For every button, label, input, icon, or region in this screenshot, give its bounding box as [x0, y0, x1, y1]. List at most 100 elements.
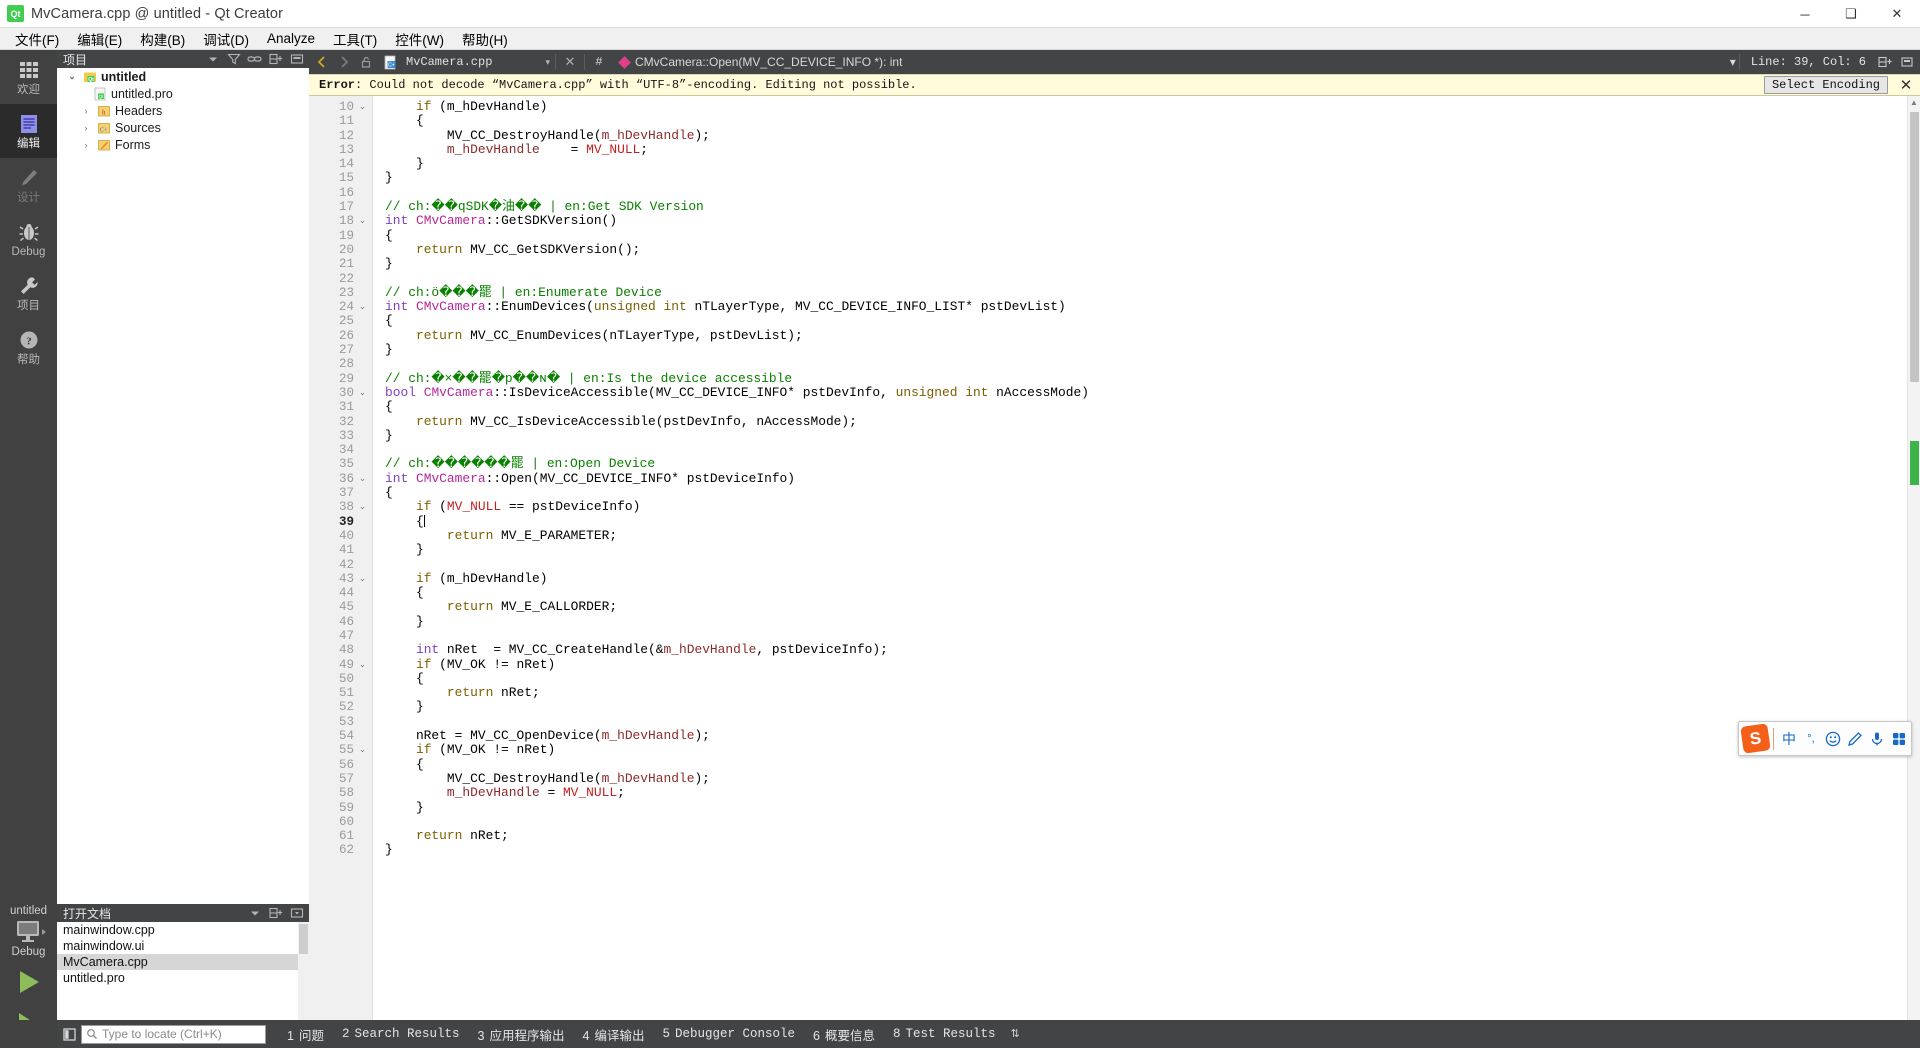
maximize-button[interactable]: ❑	[1828, 0, 1874, 28]
menu-debug[interactable]: 调试(D)	[194, 27, 258, 51]
output-pane-debugger[interactable]: 5 Debugger Console	[653, 1025, 804, 1043]
line-number-value: 60	[338, 814, 354, 829]
locator-input[interactable]: Type to locate (Ctrl+K)	[81, 1024, 266, 1044]
close-file-button[interactable]: ✕	[559, 50, 581, 74]
menu-analyze[interactable]: Analyze	[258, 29, 324, 48]
output-pane-overview[interactable]: 6 概要信息	[804, 1023, 884, 1046]
chevron-right-icon[interactable]: ›	[79, 140, 93, 150]
line-number-value: 53	[338, 714, 354, 729]
filter-icon[interactable]	[225, 51, 242, 67]
close-dock-icon[interactable]	[288, 51, 305, 67]
menu-help[interactable]: 帮助(H)	[453, 27, 517, 51]
chinese-mode-icon[interactable]: 中	[1778, 726, 1800, 752]
forward-icon[interactable]	[333, 50, 355, 74]
open-doc-item-selected[interactable]: MvCamera.cpp	[57, 954, 309, 970]
split-add-icon[interactable]	[1874, 50, 1896, 74]
open-doc-item[interactable]: mainwindow.cpp	[57, 922, 309, 938]
minimize-button[interactable]: ─	[1782, 0, 1828, 28]
punctuation-icon[interactable]: °,	[1800, 726, 1822, 752]
mode-projects[interactable]: 项目	[0, 266, 57, 320]
chevron-down-icon[interactable]: ▾	[545, 57, 550, 68]
code-line: // ch:��qSDK�油�� | en:Get SDK Version	[385, 199, 1907, 214]
fold-marker-icon[interactable]: ⌄	[357, 386, 368, 400]
close-icon[interactable]: ✕	[1896, 76, 1916, 95]
tree-item-untitled[interactable]: ⌄ Qt untitled	[57, 68, 309, 85]
unlocked-icon[interactable]	[355, 50, 377, 74]
fold-marker-icon[interactable]: ⌄	[357, 100, 368, 114]
sogou-logo-icon[interactable]: S	[1740, 723, 1771, 754]
fold-marker-icon[interactable]: ⌄	[357, 500, 368, 514]
line-number: 49 ⌄	[309, 658, 372, 672]
tree-item-forms[interactable]: › Forms	[57, 136, 309, 153]
output-pane-search[interactable]: 2 Search Results	[333, 1025, 469, 1043]
editor-vertical-scrollbar[interactable]: ▲ ▼	[1907, 96, 1920, 1048]
scrollbar-thumb[interactable]	[1910, 112, 1919, 382]
close-button[interactable]: ✕	[1874, 0, 1920, 28]
expand-icon[interactable]	[1896, 50, 1918, 74]
chevron-down-icon[interactable]: ▾	[1730, 55, 1736, 69]
mode-help[interactable]: ? 帮助	[0, 320, 57, 374]
line-number-value: 55	[338, 743, 354, 758]
fold-marker-icon[interactable]: ⌄	[357, 572, 368, 586]
chevron-right-icon[interactable]: ›	[79, 106, 93, 116]
close-dock-icon[interactable]	[288, 905, 305, 921]
file-selector-combo[interactable]: C+ MvCamera.cpp ▾	[377, 52, 552, 72]
menu-tools[interactable]: 工具(T)	[324, 27, 386, 51]
output-pane-issues[interactable]: 1 问题	[278, 1023, 333, 1046]
toolbox-icon[interactable]	[1888, 726, 1910, 752]
tree-item-sources[interactable]: › C+ Sources	[57, 119, 309, 136]
fold-marker-icon[interactable]: ⌄	[357, 300, 368, 314]
hash-icon[interactable]: #	[588, 50, 610, 74]
scroll-up-arrow[interactable]: ▲	[1908, 96, 1920, 109]
output-pane-apprun[interactable]: 3 应用程序输出	[469, 1023, 574, 1046]
left-dock: 项目 ⌄ Qt untitled Qt untitled.pro › h Hea…	[57, 50, 309, 1048]
menu-window[interactable]: 控件(W)	[386, 27, 453, 51]
mode-design[interactable]: 设计	[0, 158, 57, 212]
menu-build[interactable]: 构建(B)	[131, 27, 194, 51]
mode-debug[interactable]: Debug	[0, 212, 57, 266]
fold-marker-icon[interactable]: ⌄	[357, 658, 368, 672]
kit-selector[interactable]: untitled Debug	[0, 904, 57, 964]
mode-welcome[interactable]: 欢迎	[0, 50, 57, 104]
run-button[interactable]	[9, 964, 49, 1000]
line-column-indicator[interactable]: Line: 39, Col: 6	[1743, 55, 1874, 69]
fold-marker-icon[interactable]: ⌄	[357, 214, 368, 228]
mode-edit[interactable]: 编辑	[0, 104, 57, 158]
code-editor[interactable]: 10 ⌄ 11 12 13 14 15 16 17 18 ⌄ 19 20 21 22 23 24 ⌄ 25 26 27 2…	[309, 96, 1920, 1048]
code-token: int	[385, 470, 409, 486]
tree-item-headers[interactable]: › h Headers	[57, 102, 309, 119]
output-pane-updown-icon[interactable]: ⇅	[1011, 1028, 1020, 1039]
open-doc-item[interactable]: untitled.pro	[57, 970, 309, 986]
project-tree[interactable]: ⌄ Qt untitled Qt untitled.pro › h Header…	[57, 68, 309, 904]
split-icon[interactable]	[267, 51, 284, 67]
split-icon[interactable]	[267, 905, 284, 921]
line-number-value: 32	[338, 414, 354, 429]
fold-marker-icon[interactable]: ⌄	[357, 472, 368, 486]
tree-item-untitled-pro[interactable]: Qt untitled.pro	[57, 85, 309, 102]
line-number: 58	[309, 786, 372, 800]
sidebar-toggle-icon[interactable]	[57, 1027, 81, 1042]
ime-floating-toolbar[interactable]: S 中 °,	[1738, 721, 1912, 756]
output-pane-tests[interactable]: 8 Test Results	[884, 1025, 1005, 1043]
select-encoding-button[interactable]: Select Encoding	[1763, 76, 1888, 94]
chevron-right-icon[interactable]: ›	[79, 123, 93, 133]
open-doc-item[interactable]: mainwindow.ui	[57, 938, 309, 954]
chevron-down-icon[interactable]: ⌄	[65, 71, 79, 82]
menu-edit[interactable]: 编辑(E)	[68, 27, 131, 51]
code-text[interactable]: if (m_hDevHandle) { MV_CC_DestroyHandle(…	[373, 96, 1907, 1048]
chevron-down-icon[interactable]	[246, 905, 263, 921]
scrollbar-thumb[interactable]	[299, 924, 308, 954]
fold-marker-icon[interactable]: ⌄	[357, 743, 368, 757]
menu-file[interactable]: 文件(F)	[6, 27, 68, 51]
symbol-selector-combo[interactable]: CMvCamera::Open(MV_CC_DEVICE_INFO *): in…	[618, 55, 1736, 69]
handwriting-icon[interactable]	[1844, 726, 1866, 752]
code-token: m_hDevHandle	[446, 141, 540, 157]
chevron-down-icon[interactable]	[204, 51, 221, 67]
back-icon[interactable]	[311, 50, 333, 74]
code-token: return	[446, 599, 494, 615]
voice-input-icon[interactable]	[1866, 726, 1888, 752]
emoji-icon[interactable]	[1822, 726, 1844, 752]
output-pane-compile[interactable]: 4 编译输出	[573, 1023, 653, 1046]
link-icon[interactable]	[246, 51, 263, 67]
